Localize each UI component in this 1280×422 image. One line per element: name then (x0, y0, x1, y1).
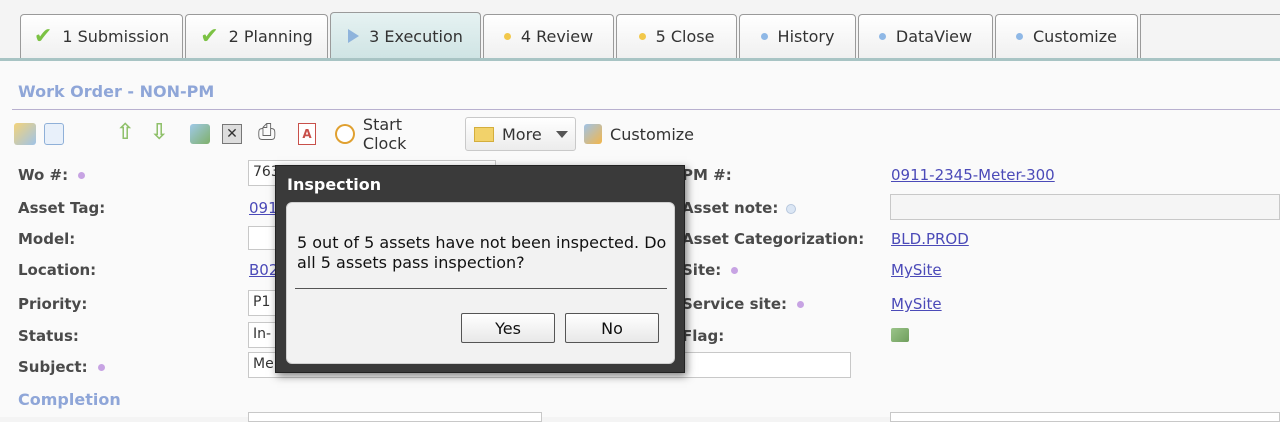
start-clock-button[interactable]: Start Clock (330, 115, 450, 153)
blue-dot-icon (1016, 33, 1023, 40)
status-label: Status: (18, 327, 79, 345)
copy-icon[interactable] (44, 123, 64, 145)
required-dot-icon (797, 301, 804, 308)
refresh-icon[interactable] (190, 124, 210, 144)
tab-submission[interactable]: ✔ 1 Submission (20, 14, 183, 58)
asset-note-field[interactable] (890, 194, 1280, 220)
tab-label: 4 Review (520, 27, 594, 46)
asset-tag-label: Asset Tag: (18, 199, 106, 217)
clock-icon (335, 124, 355, 144)
pm-number-label: PM #: (682, 166, 732, 184)
tab-execution[interactable]: 3 Execution (330, 12, 481, 59)
more-label: More (502, 124, 542, 144)
site-link[interactable]: MySite (891, 261, 942, 279)
tab-planning[interactable]: ✔ 2 Planning (185, 14, 328, 58)
pm-number-link[interactable]: 0911-2345-Meter-300 (891, 166, 1055, 184)
delete-icon[interactable]: ✕ (222, 124, 242, 144)
blue-dot-icon (878, 33, 886, 40)
asset-note-label: Asset note: (682, 199, 797, 217)
tab-bar-filler (1140, 14, 1280, 58)
print-icon[interactable]: ⎙ (258, 120, 276, 145)
completion-field-left[interactable] (248, 412, 542, 422)
tab-history[interactable]: History (739, 14, 856, 58)
more-button[interactable]: More (465, 117, 576, 151)
tab-close[interactable]: 5 Close (616, 14, 737, 58)
yes-button[interactable]: Yes (461, 313, 555, 343)
wo-number-label: Wo #: (18, 166, 86, 184)
yellow-dot-icon (503, 33, 511, 40)
tab-customize[interactable]: Customize (995, 14, 1138, 58)
tab-label: 2 Planning (228, 27, 313, 46)
customize-label: Customize (610, 124, 694, 144)
model-label: Model: (18, 230, 76, 248)
customize-button[interactable]: Customize (582, 117, 694, 151)
asset-tag-link[interactable]: 091 (249, 199, 278, 217)
flag-label: Flag: (682, 327, 725, 345)
tab-label: 1 Submission (62, 27, 170, 46)
check-icon: ✔ (200, 24, 219, 49)
priority-label: Priority: (18, 295, 88, 313)
pdf-icon[interactable]: A (298, 123, 316, 145)
no-button[interactable]: No (565, 313, 659, 343)
dialog-message: 5 out of 5 assets have not been inspecte… (297, 233, 667, 272)
start-clock-label: Start Clock (362, 115, 407, 153)
chevron-down-icon (555, 130, 568, 138)
tab-dataview[interactable]: DataView (858, 14, 993, 58)
service-site-label: Service site: (682, 295, 804, 313)
move-up-icon[interactable]: ⇧ (116, 120, 134, 145)
dialog-title: Inspection (287, 175, 382, 194)
completion-section-title: Completion (18, 390, 121, 409)
tab-label: 3 Execution (369, 26, 463, 46)
page-title: Work Order - NON-PM (18, 82, 215, 101)
site-label: Site: (682, 261, 739, 279)
tab-label: DataView (895, 27, 973, 46)
info-icon (786, 203, 797, 214)
asset-categorization-link[interactable]: BLD.PROD (891, 230, 969, 248)
dialog-body: 5 out of 5 assets have not been inspecte… (286, 202, 675, 364)
location-label: Location: (18, 261, 97, 279)
inspection-dialog: Inspection 5 out of 5 assets have not be… (275, 165, 685, 373)
service-site-link[interactable]: MySite (891, 295, 942, 313)
subject-label: Subject: (18, 358, 105, 376)
required-dot-icon (731, 267, 739, 274)
completion-field-right[interactable] (890, 412, 1280, 422)
check-icon: ✔ (33, 24, 53, 49)
required-dot-icon (97, 364, 105, 371)
asset-categorization-label: Asset Categorization: (682, 230, 865, 248)
workflow-tab-bar: ✔ 1 Submission ✔ 2 Planning 3 Execution … (0, 0, 1280, 61)
tab-review[interactable]: 4 Review (483, 14, 614, 58)
tab-label: Customize (1033, 27, 1117, 46)
folder-icon (474, 126, 494, 142)
blue-dot-icon (760, 33, 768, 40)
dialog-divider (295, 288, 667, 289)
yellow-dot-icon (638, 33, 646, 40)
location-link[interactable]: B02 (249, 261, 278, 279)
tab-label: History (777, 27, 835, 46)
required-dot-icon (78, 172, 86, 179)
flag-icon[interactable] (891, 328, 909, 342)
tab-label: 5 Close (655, 27, 715, 46)
customize-icon (584, 124, 603, 144)
play-icon (348, 29, 360, 43)
edit-icon[interactable] (14, 123, 36, 145)
title-divider (12, 109, 1280, 110)
move-down-icon[interactable]: ⇩ (150, 120, 168, 145)
